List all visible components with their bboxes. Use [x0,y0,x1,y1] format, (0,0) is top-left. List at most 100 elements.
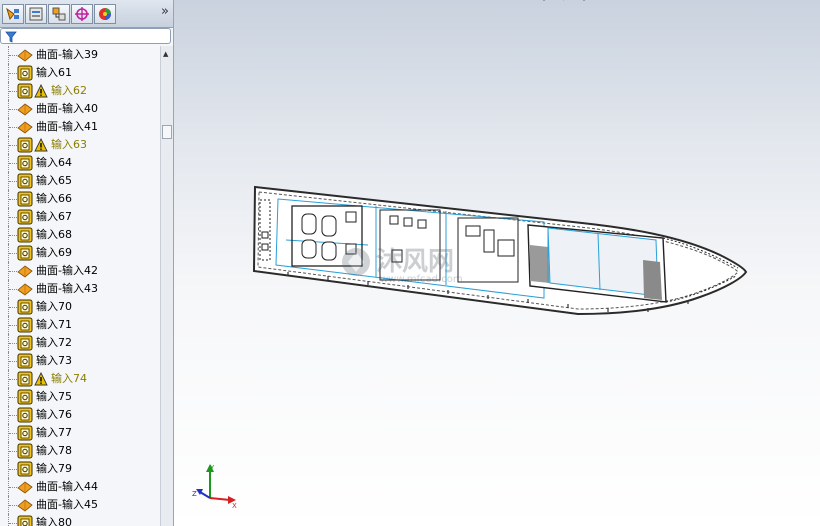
import-feature-icon [17,137,33,153]
tree-item[interactable]: 输入67 [0,208,158,226]
tree-item[interactable]: 输入73 [0,352,158,370]
tree-guide-branch [9,379,17,380]
warning-icon [34,138,48,152]
tree-item[interactable]: 输入80 [0,514,158,526]
scroll-up-arrow-icon[interactable]: ▲ [163,50,168,58]
tab-display-manager[interactable] [94,4,116,24]
tree-item-label: 曲面-输入44 [36,480,98,493]
tree-guide-branch [9,235,17,236]
import-feature-icon [17,443,33,459]
tree-item-label: 曲面-输入41 [36,120,98,133]
tree-item[interactable]: 输入72 [0,334,158,352]
scrollbar-thumb[interactable] [162,125,172,139]
watermark-url: www.mfcad.com [380,274,463,285]
tree-guide-branch [9,73,17,74]
tree-item-label: 输入74 [51,372,87,385]
feature-manager-panel: » 曲面-输入39 输入61 输入62 曲面-输入40 曲面-输入41 输入63 输入64 输… [0,0,174,526]
tree-item[interactable]: 输入79 [0,460,158,478]
tree-item[interactable]: 曲面-输入42 [0,262,158,280]
import-feature-icon [17,155,33,171]
tree-item[interactable]: 输入61 [0,64,158,82]
surface-feature-icon [17,103,33,116]
tree-item-label: 输入64 [36,156,72,169]
svg-text:Y: Y [209,464,215,472]
tree-item-label: 曲面-输入43 [36,282,98,295]
tree-item[interactable]: 曲面-输入45 [0,496,158,514]
tree-item[interactable]: 曲面-输入40 [0,100,158,118]
tree-scrollbar[interactable]: ▲ [160,46,173,526]
tree-guide-branch [9,289,17,290]
tree-item-label: 输入75 [36,390,72,403]
import-feature-icon [17,299,33,315]
tree-item[interactable]: 输入77 [0,424,158,442]
tree-guide-branch [9,217,17,218]
feature-tree: 曲面-输入39 输入61 输入62 曲面-输入40 曲面-输入41 输入63 输入64 输入6… [0,46,160,526]
surface-feature-icon [17,481,33,494]
tree-guide-branch [9,361,17,362]
coordinate-triad-icon: Y X Z [192,464,237,510]
tree-item-label: 输入72 [36,336,72,349]
import-feature-icon [17,173,33,189]
panel-tab-bar: » [0,0,173,28]
tab-configuration-manager[interactable] [48,4,70,24]
tree-item[interactable]: 输入78 [0,442,158,460]
svg-text:Z: Z [192,490,197,498]
tree-item[interactable]: 输入74 [0,370,158,388]
tree-guide-branch [9,163,17,164]
tree-item[interactable]: 输入71 [0,316,158,334]
tree-item[interactable]: 输入69 [0,244,158,262]
tree-item[interactable]: 曲面-输入41 [0,118,158,136]
surface-feature-icon [17,49,33,62]
tree-guide-branch [9,181,17,182]
property-manager-icon [29,7,43,21]
tree-item[interactable]: 曲面-输入44 [0,478,158,496]
tree-item[interactable]: 输入64 [0,154,158,172]
import-feature-icon [17,227,33,243]
import-feature-icon [17,83,33,99]
tree-item-label: 输入66 [36,192,72,205]
svg-text:X: X [232,502,237,510]
tree-guide-branch [9,253,17,254]
tree-item-label: 输入61 [36,66,72,79]
tree-item[interactable]: 曲面-输入43 [0,280,158,298]
tree-item-label: 输入73 [36,354,72,367]
import-feature-icon [17,353,33,369]
watermark-brand: 沐风网 [376,247,454,277]
more-tabs-chevron[interactable]: » [161,4,169,19]
tree-item[interactable]: 输入75 [0,388,158,406]
tree-item[interactable]: 输入68 [0,226,158,244]
tree-filter-input[interactable] [0,28,171,44]
tree-item[interactable]: 输入76 [0,406,158,424]
tree-item[interactable]: 输入62 [0,82,158,100]
surface-feature-icon [17,121,33,134]
tree-item-label: 输入69 [36,246,72,259]
import-feature-icon [17,245,33,261]
tree-item[interactable]: 输入65 [0,172,158,190]
tree-guide-branch [9,505,17,506]
display-manager-icon [99,8,111,20]
tree-item-label: 输入71 [36,318,72,331]
tree-item-label: 曲面-输入39 [36,48,98,61]
tab-property-manager[interactable] [25,4,47,24]
tree-item[interactable]: 输入66 [0,190,158,208]
graphics-viewport[interactable]: 沐风网 www.mfcad.com Y X Z [174,0,820,526]
tree-item-label: 输入70 [36,300,72,313]
tree-guide-branch [9,91,17,92]
tree-guide-branch [9,469,17,470]
import-feature-icon [17,317,33,333]
tree-guide-branch [9,127,17,128]
tree-guide-branch [9,397,17,398]
surface-feature-icon [17,283,33,296]
ship-model: 沐风网 www.mfcad.com [252,185,748,316]
tree-item[interactable]: 输入70 [0,298,158,316]
tab-dimxpert-manager[interactable] [71,4,93,24]
tree-guide-branch [9,433,17,434]
tab-feature-manager[interactable] [2,4,24,24]
import-feature-icon [17,389,33,405]
tree-guide-branch [9,109,17,110]
tree-item-label: 输入79 [36,462,72,475]
tree-item[interactable]: 曲面-输入39 [0,46,158,64]
tree-item[interactable]: 输入63 [0,136,158,154]
tree-guide-branch [9,325,17,326]
tree-item-label: 曲面-输入40 [36,102,98,115]
